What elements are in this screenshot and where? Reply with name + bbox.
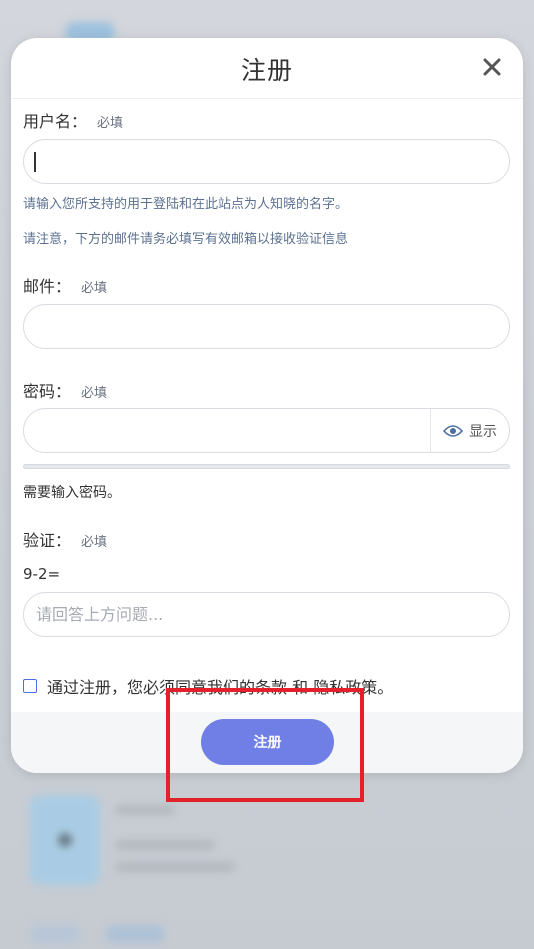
background-text-line bbox=[115, 805, 175, 815]
username-hint: 请输入您所支持的用于登陆和在此站点为人知晓的名字。 bbox=[23, 197, 349, 212]
required-tag: 必填 bbox=[81, 281, 108, 296]
password-hint: 需要输入密码。 bbox=[23, 485, 121, 501]
verify-label: 验证： 必填 bbox=[23, 531, 108, 550]
modal-header: 注册 bbox=[11, 38, 523, 99]
verify-answer-input[interactable] bbox=[24, 593, 509, 636]
modal-title: 注册 bbox=[240, 56, 293, 85]
highlight-annotation-box bbox=[166, 688, 364, 802]
password-label: 密码： 必填 bbox=[23, 382, 108, 401]
email-input[interactable] bbox=[24, 305, 509, 348]
password-field[interactable]: 显示 bbox=[23, 408, 510, 453]
password-strength-meter bbox=[23, 464, 510, 469]
background-chip bbox=[30, 925, 80, 943]
background-text-line bbox=[115, 840, 215, 850]
terms-checkbox[interactable] bbox=[23, 679, 37, 693]
username-input[interactable] bbox=[24, 140, 509, 183]
required-tag: 必填 bbox=[97, 116, 124, 131]
register-modal: 注册 用户名： 必填 请输入您所支持的用于登陆和在此站点为人知晓的名字。 请注意，… bbox=[11, 38, 523, 773]
verify-field[interactable] bbox=[23, 592, 510, 637]
required-tag: 必填 bbox=[81, 386, 108, 401]
verify-question: 9-2= bbox=[23, 565, 61, 583]
background-chip bbox=[105, 925, 165, 943]
email-label: 邮件： 必填 bbox=[23, 277, 108, 296]
show-password-label: 显示 bbox=[469, 423, 497, 440]
show-password-button[interactable]: 显示 bbox=[430, 409, 509, 452]
close-icon bbox=[483, 58, 501, 76]
email-field[interactable] bbox=[23, 304, 510, 349]
text-caret bbox=[34, 152, 36, 172]
close-button[interactable] bbox=[477, 52, 507, 82]
background-text-line bbox=[115, 862, 235, 872]
username-field[interactable] bbox=[23, 139, 510, 184]
eye-icon bbox=[443, 424, 463, 437]
username-label: 用户名： 必填 bbox=[23, 112, 124, 131]
required-tag: 必填 bbox=[81, 535, 108, 550]
email-notice-hint: 请注意，下方的邮件请务必填写有效邮箱以接收验证信息 bbox=[23, 232, 349, 247]
password-input[interactable] bbox=[24, 409, 429, 452]
background-thumbnail bbox=[30, 795, 100, 885]
